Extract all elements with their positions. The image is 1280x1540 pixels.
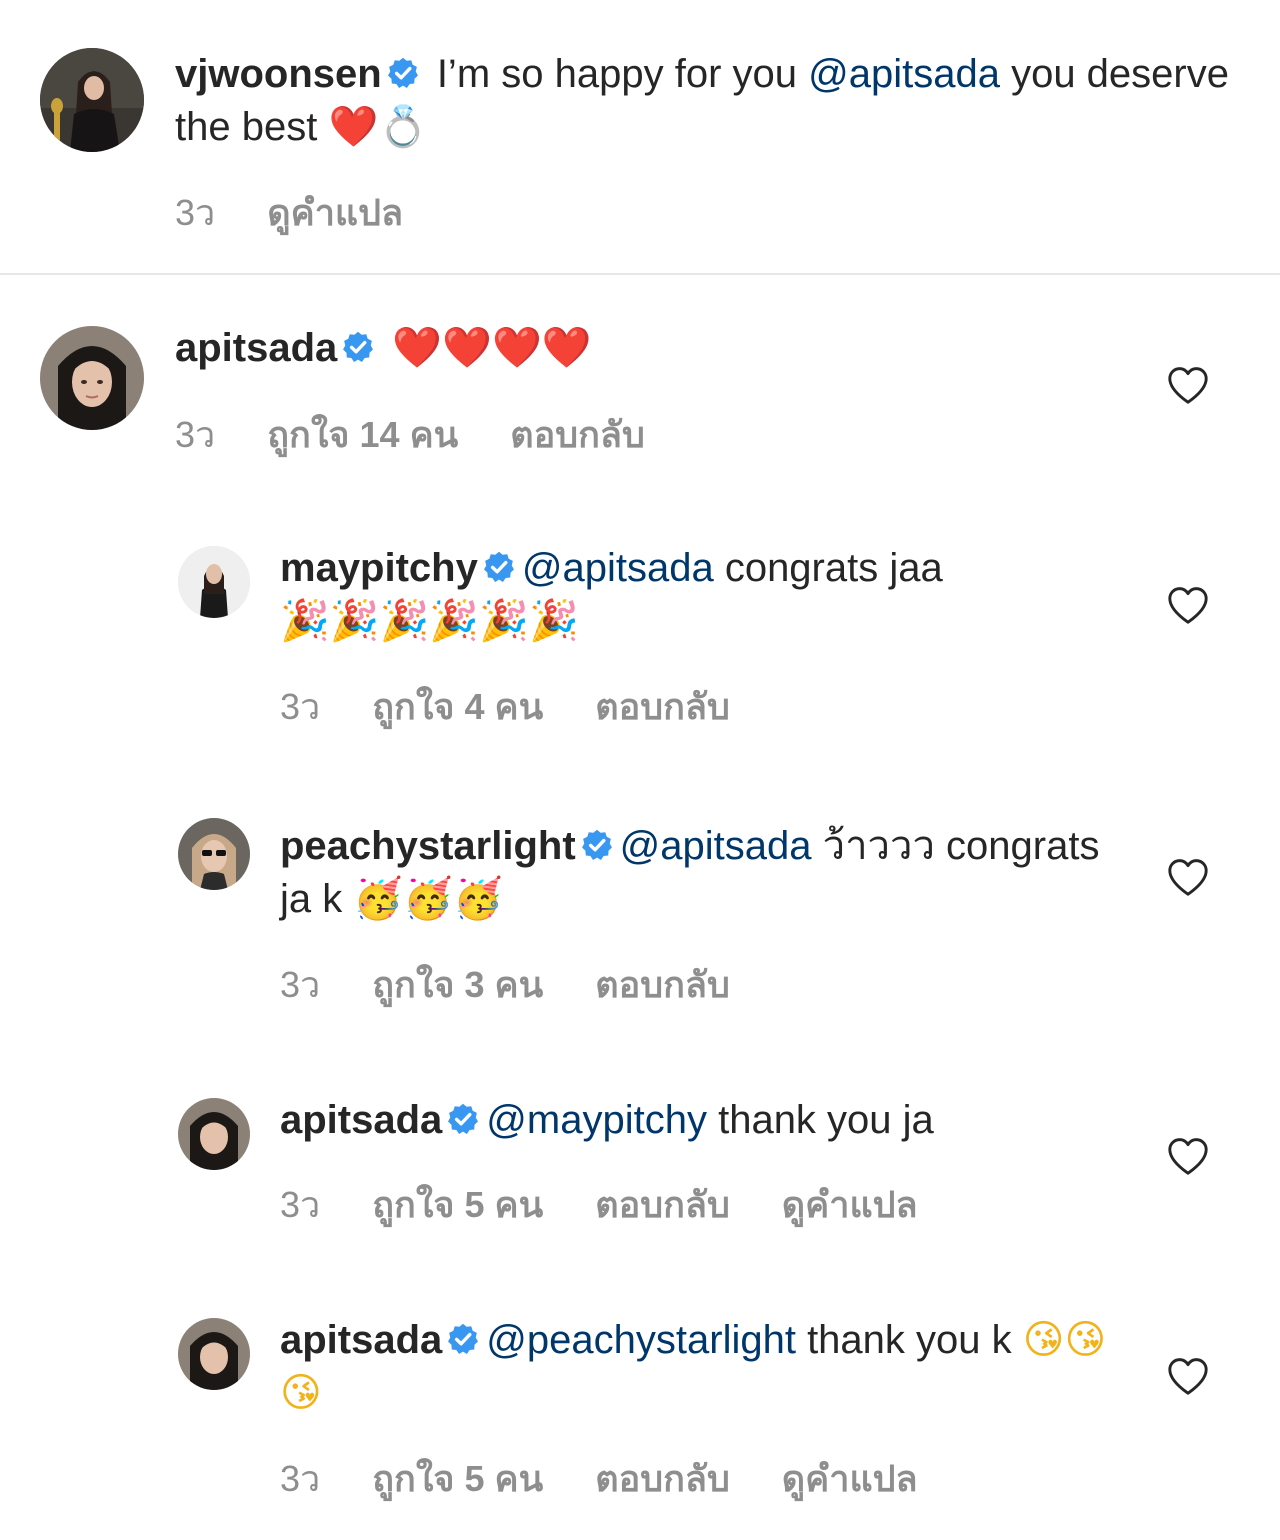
verified-badge-icon bbox=[580, 828, 614, 862]
see-translation-button[interactable]: ดูคำแปล bbox=[782, 1450, 918, 1507]
verified-badge-icon bbox=[446, 1322, 480, 1356]
mention-link[interactable]: @apitsada bbox=[522, 546, 714, 590]
reply-button[interactable]: ตอบกลับ bbox=[595, 678, 730, 735]
username[interactable]: apitsada bbox=[280, 1318, 442, 1362]
likes-count[interactable]: ถูกใจ 4 คน bbox=[372, 678, 543, 735]
heart-outline-icon[interactable] bbox=[1166, 857, 1210, 897]
partying-face-emoji: 🥳🥳🥳 bbox=[353, 876, 503, 922]
comment-time: 3ว bbox=[280, 1184, 321, 1225]
comment-text: I’m so happy for you bbox=[425, 52, 809, 96]
reply-button[interactable]: ตอบกลับ bbox=[595, 1450, 730, 1507]
comment-time: 3ว bbox=[280, 964, 321, 1005]
comment-time: 3ว bbox=[280, 686, 321, 727]
verified-badge-icon bbox=[482, 550, 516, 584]
reply-button[interactable]: ตอบกลับ bbox=[595, 956, 730, 1013]
avatar[interactable] bbox=[178, 546, 250, 618]
avatar[interactable] bbox=[40, 326, 144, 430]
comment-text: thank you k bbox=[795, 1318, 1023, 1362]
heart-outline-icon[interactable] bbox=[1166, 1136, 1210, 1176]
comment-time: 3ว bbox=[175, 192, 216, 233]
avatar[interactable] bbox=[178, 1098, 250, 1170]
likes-count[interactable]: ถูกใจ 5 คน bbox=[372, 1176, 543, 1233]
mention-link[interactable]: @peachystarlight bbox=[486, 1318, 796, 1362]
likes-count[interactable]: ถูกใจ 14 คน bbox=[267, 406, 458, 463]
verified-badge-icon bbox=[341, 330, 375, 364]
reply-button[interactable]: ตอบกลับ bbox=[510, 406, 645, 463]
comment-text: congrats jaa bbox=[713, 546, 943, 590]
hearts-emoji: ❤️❤️❤️❤️ bbox=[392, 325, 592, 371]
see-translation-button[interactable]: ดูคำแปล bbox=[782, 1176, 918, 1233]
heart-ring-emoji: ❤️💍 bbox=[328, 104, 429, 150]
mention-link[interactable]: @apitsada bbox=[620, 824, 812, 868]
likes-count[interactable]: ถูกใจ 5 คน bbox=[372, 1450, 543, 1507]
avatar[interactable] bbox=[178, 1318, 250, 1390]
reply-button[interactable]: ตอบกลับ bbox=[595, 1176, 730, 1233]
heart-outline-icon[interactable] bbox=[1166, 585, 1210, 625]
avatar[interactable] bbox=[40, 48, 144, 152]
mention-link[interactable]: @apitsada bbox=[808, 52, 1000, 96]
verified-badge-icon bbox=[386, 56, 420, 90]
username[interactable]: peachystarlight bbox=[280, 824, 576, 868]
username[interactable]: maypitchy bbox=[280, 546, 478, 590]
comment-time: 3ว bbox=[280, 1458, 321, 1499]
comment-time: 3ว bbox=[175, 414, 216, 455]
likes-count[interactable]: ถูกใจ 3 คน bbox=[372, 956, 543, 1013]
username[interactable]: apitsada bbox=[280, 1098, 442, 1142]
heart-outline-icon[interactable] bbox=[1166, 1356, 1210, 1396]
username[interactable]: apitsada bbox=[175, 326, 337, 370]
username[interactable]: vjwoonsen bbox=[175, 52, 382, 96]
comment-text: thank you ja bbox=[706, 1098, 934, 1142]
party-popper-emoji: 🎉🎉🎉🎉🎉🎉 bbox=[280, 598, 579, 644]
divider bbox=[0, 273, 1280, 275]
mention-link[interactable]: @maypitchy bbox=[486, 1098, 707, 1142]
avatar[interactable] bbox=[178, 818, 250, 890]
heart-outline-icon[interactable] bbox=[1166, 365, 1210, 405]
see-translation-button[interactable]: ดูคำแปล bbox=[267, 184, 403, 241]
verified-badge-icon bbox=[446, 1102, 480, 1136]
